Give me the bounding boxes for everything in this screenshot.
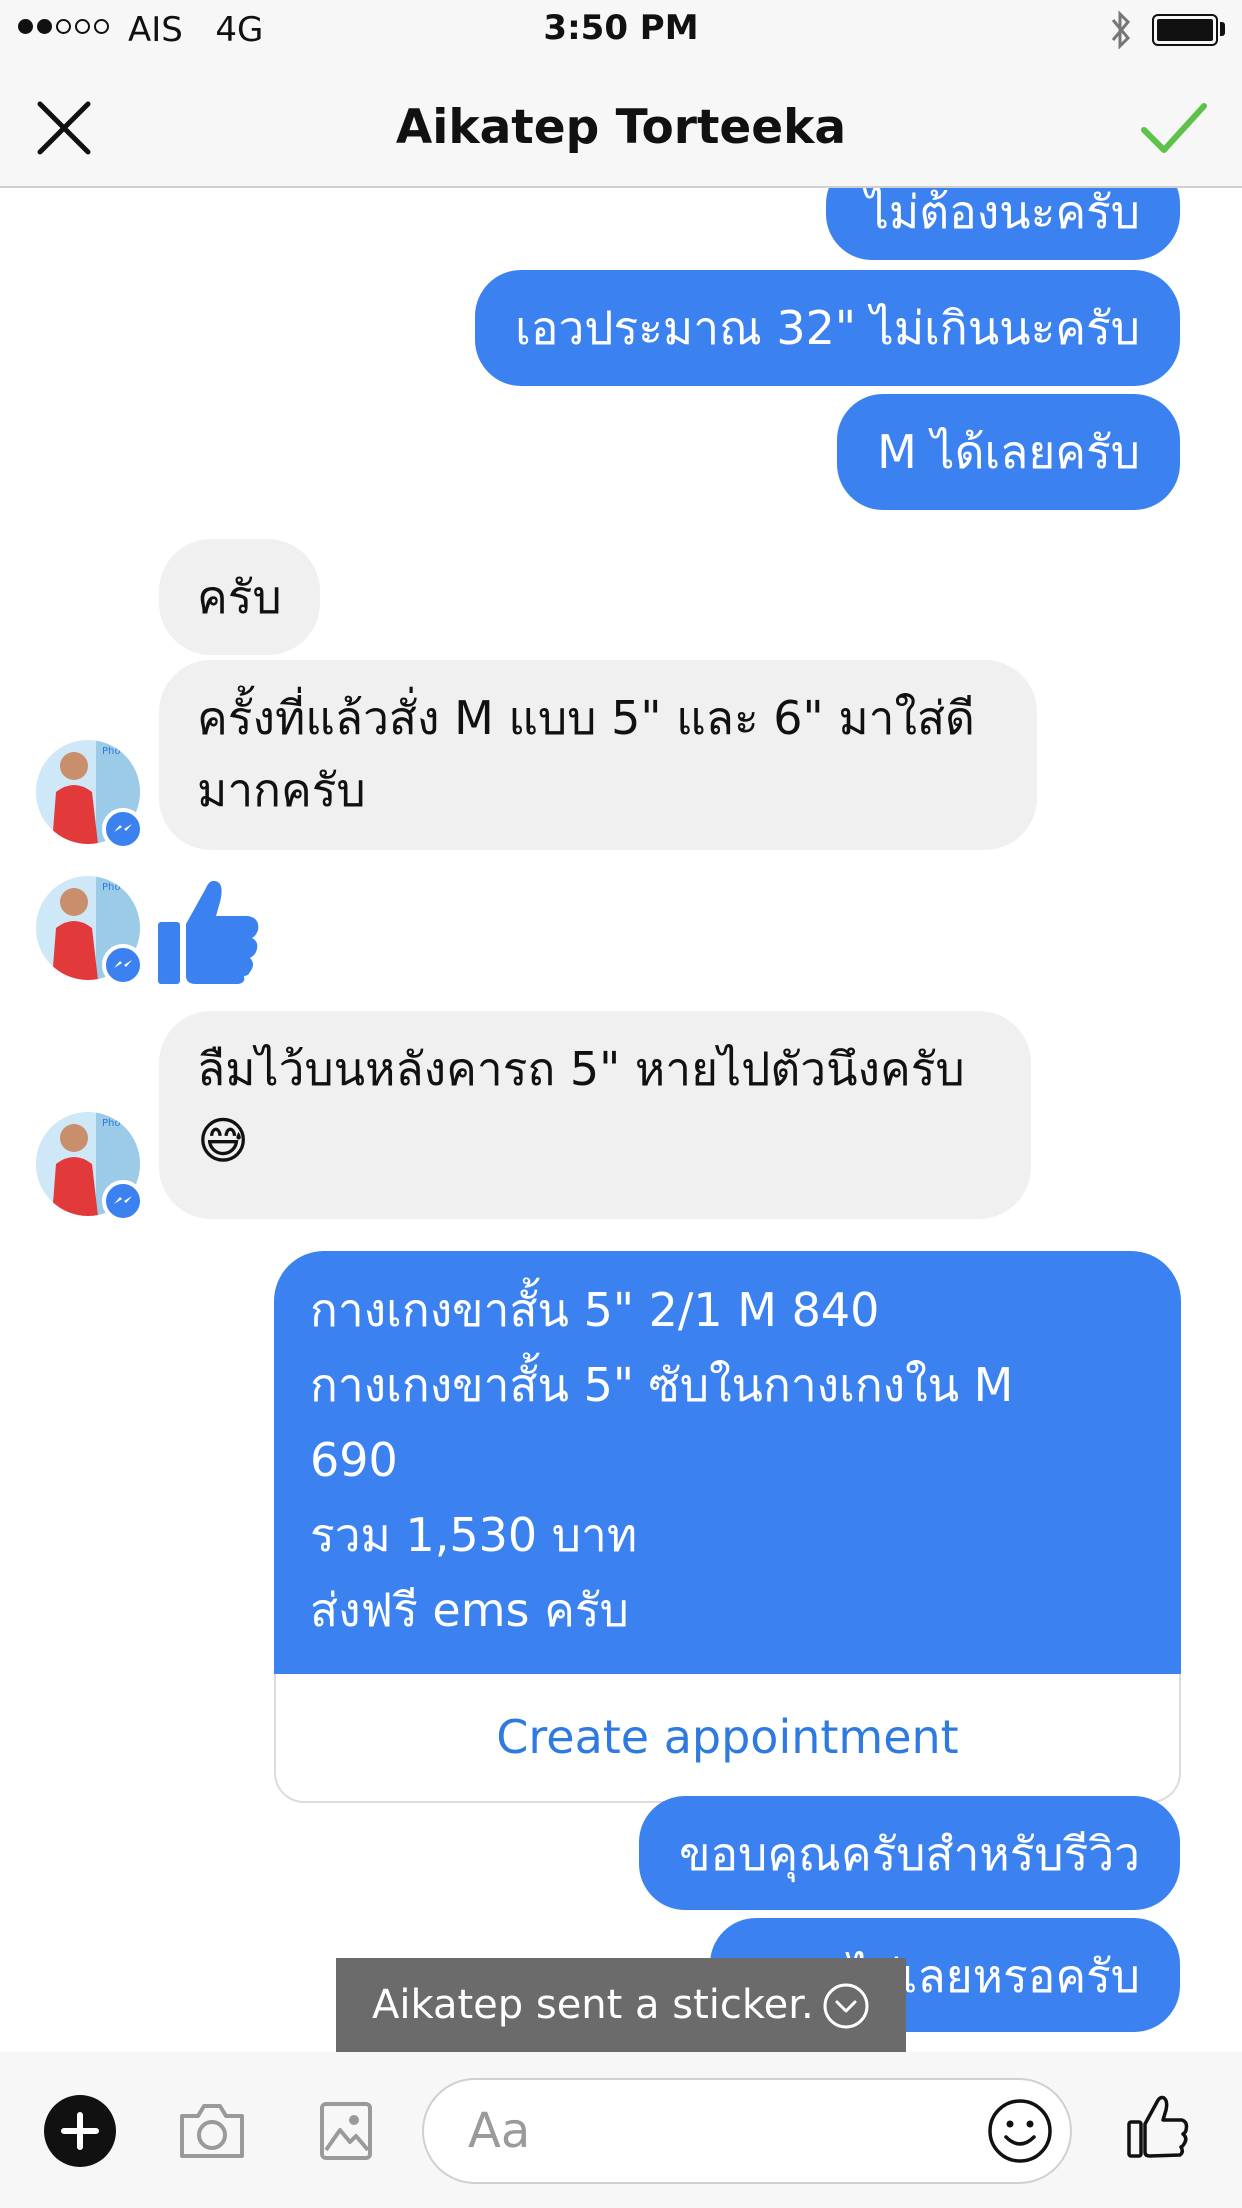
outgoing-message: ไม่ต้องนะครับ — [825, 188, 1180, 260]
message-input[interactable]: Aa — [422, 2078, 1072, 2184]
order-line: ส่งฟรี ems ครับ — [310, 1583, 629, 1637]
message-text: ครั้งที่แล้วสั่ง M แบบ 5" และ 6" มาใส่ดี… — [197, 691, 975, 817]
message-text: เอวประมาณ 32" ไม่เกินนะครับ — [515, 301, 1140, 355]
svg-text:Pho: Pho — [102, 882, 121, 893]
create-appointment-button[interactable]: Create appointment — [274, 1674, 1181, 1803]
emoji-icon[interactable] — [986, 2097, 1054, 2165]
conversation-header: Aikatep Torteeka — [0, 62, 1242, 188]
message-text: ลืมไว้บนหลังคารถ 5" หายไปตัวนึงครับ — [197, 1042, 965, 1096]
message-text: ไม่ต้องนะครับ — [865, 188, 1140, 239]
messenger-badge-icon — [102, 944, 144, 986]
clock: 3:50 PM — [543, 8, 699, 48]
image-gallery-icon[interactable] — [318, 2100, 374, 2162]
bluetooth-icon — [1111, 10, 1131, 50]
message-text: ครับ — [197, 570, 282, 624]
messenger-badge-icon — [102, 808, 144, 850]
outgoing-message: เอวประมาณ 32" ไม่เกินนะครับ — [475, 270, 1180, 386]
incoming-message: ครับ — [159, 539, 320, 655]
conversation-title: Aikatep Torteeka — [395, 100, 847, 155]
message-text: M ได้เลยครับ — [877, 425, 1140, 479]
message-text: ขอบคุณครับสำหรับรีวิว — [679, 1827, 1140, 1881]
message-composer: Aa — [0, 2052, 1242, 2208]
order-line: 690 — [310, 1433, 398, 1487]
svg-text:Pho: Pho — [102, 746, 121, 757]
outgoing-message: M ได้เลยครับ — [837, 394, 1180, 510]
sticker-toast[interactable]: Aikatep sent a sticker. — [336, 1958, 906, 2052]
grinning-sweat-emoji: 😅 — [197, 1112, 250, 1170]
order-line: กางเกงขาสั้น 5" 2/1 M 840 — [310, 1283, 880, 1337]
chevron-down-icon[interactable] — [822, 1982, 870, 2030]
checkmark-icon[interactable] — [1140, 100, 1208, 156]
battery-icon — [1152, 14, 1218, 46]
svg-text:Pho: Pho — [102, 1118, 121, 1129]
order-line: กางเกงขาสั้น 5" ซับในกางเกงใน M — [310, 1358, 1014, 1412]
camera-icon[interactable] — [176, 2100, 248, 2162]
messenger-badge-icon — [102, 1180, 144, 1222]
battery-tip — [1220, 22, 1225, 36]
thumbs-up-icon[interactable] — [1126, 2094, 1190, 2160]
plus-icon[interactable] — [44, 2095, 116, 2167]
order-summary: กางเกงขาสั้น 5" 2/1 M 840 กางเกงขาสั้น 5… — [274, 1251, 1181, 1674]
outgoing-message: ขอบคุณครับสำหรับรีวิว — [639, 1796, 1180, 1910]
thumbs-up-sticker-icon[interactable] — [156, 876, 262, 986]
order-line: รวม 1,530 บาท — [310, 1508, 638, 1562]
incoming-message: ครั้งที่แล้วสั่ง M แบบ 5" และ 6" มาใส่ดี… — [159, 660, 1037, 850]
message-list[interactable]: ไม่ต้องนะครับ เอวประมาณ 32" ไม่เกินนะครั… — [0, 188, 1242, 2050]
toast-text: Aikatep sent a sticker. — [372, 1982, 814, 2028]
order-message-card: กางเกงขาสั้น 5" 2/1 M 840 กางเกงขาสั้น 5… — [274, 1251, 1181, 1803]
incoming-message: ลืมไว้บนหลังคารถ 5" หายไปตัวนึงครับ 😅 — [159, 1011, 1031, 1219]
status-bar: AIS 4G 3:50 PM — [0, 0, 1242, 62]
